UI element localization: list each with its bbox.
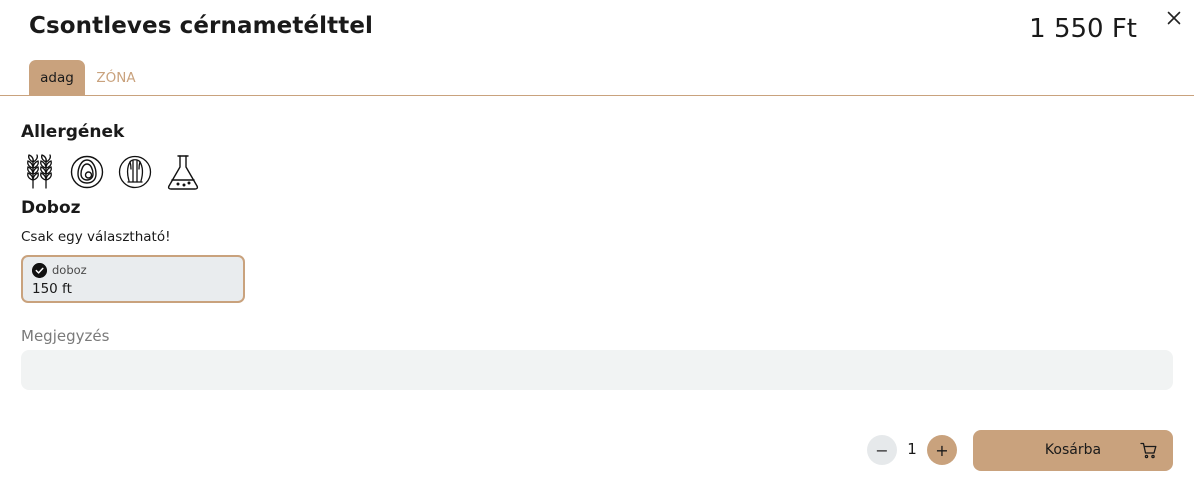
tab-zona[interactable]: ZÓNA bbox=[91, 60, 141, 95]
quantity-value: 1 bbox=[907, 440, 917, 458]
close-icon bbox=[1167, 11, 1181, 25]
product-price: 1 550 Ft bbox=[1029, 14, 1137, 44]
cart-icon bbox=[1140, 442, 1157, 459]
product-modal: Csontleves cérnametélttel 1 550 Ft adag … bbox=[0, 0, 1194, 481]
box-option-doboz[interactable]: doboz 150 ft bbox=[21, 255, 245, 303]
box-option-name: doboz bbox=[52, 263, 87, 277]
box-option-price: 150 ft bbox=[32, 281, 72, 297]
quantity-decrease-button[interactable]: − bbox=[867, 435, 897, 465]
flask-icon bbox=[167, 155, 199, 190]
tab-bar: adag ZÓNA bbox=[0, 60, 1194, 96]
wheat-icon bbox=[27, 154, 52, 189]
add-to-cart-button[interactable]: Kosárba bbox=[973, 430, 1173, 471]
quantity-increase-button[interactable]: + bbox=[927, 435, 957, 465]
note-input[interactable] bbox=[21, 350, 1173, 390]
box-hint: Csak egy választható! bbox=[21, 229, 171, 245]
product-title: Csontleves cérnametélttel bbox=[29, 13, 373, 39]
allergen-icon-list bbox=[24, 154, 214, 190]
celery-icon bbox=[118, 155, 152, 189]
note-label: Megjegyzés bbox=[21, 327, 110, 345]
allergens-heading: Allergének bbox=[21, 122, 125, 142]
box-heading: Doboz bbox=[21, 198, 81, 218]
tab-adag[interactable]: adag bbox=[29, 60, 85, 95]
close-button[interactable] bbox=[1164, 8, 1184, 28]
egg-icon bbox=[70, 155, 104, 189]
check-circle-icon bbox=[32, 263, 47, 278]
